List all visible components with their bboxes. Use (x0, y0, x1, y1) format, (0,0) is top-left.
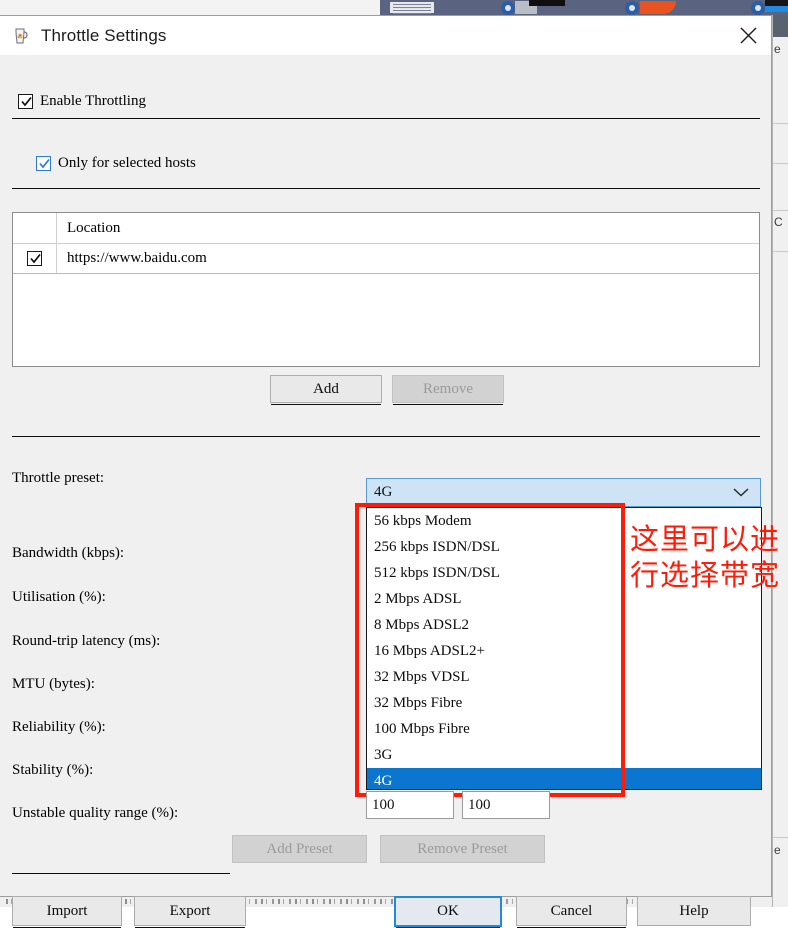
unstable-range-label: Unstable quality range (%): (12, 805, 179, 821)
annotation-text: 这里可以进行选择带宽 (630, 522, 781, 592)
host-list-header: Location (13, 213, 759, 244)
only-selected-hosts-row[interactable]: Only for selected hosts (36, 155, 196, 172)
host-row-checkbox[interactable] (27, 251, 42, 266)
separator-4 (12, 873, 230, 874)
remove-host-button-label: Remove (423, 380, 473, 397)
help-button[interactable]: Help (637, 896, 751, 926)
background-window-titlebar (773, 15, 788, 37)
mtu-label: MTU (bytes): (12, 676, 95, 692)
preset-option-5[interactable]: 16 Mbps ADSL2+ (367, 638, 761, 664)
enable-throttling-row[interactable]: Enable Throttling (18, 93, 146, 110)
host-row-checkbox-cell[interactable] (13, 244, 57, 273)
enable-throttling-label: Enable Throttling (40, 93, 146, 109)
background-window-menu-icon (390, 2, 434, 14)
background-window-glyph-top: e (774, 42, 781, 56)
only-selected-hosts-checkbox[interactable] (36, 156, 51, 171)
enable-throttling-checkbox[interactable] (18, 94, 33, 109)
add-preset-button[interactable]: Add Preset (232, 835, 367, 863)
latency-label: Round-trip latency (ms): (12, 633, 161, 649)
close-icon[interactable] (725, 16, 771, 55)
jug-icon (10, 25, 32, 47)
unstable-range-min-input[interactable]: 100 (366, 791, 454, 819)
reliability-label: Reliability (%): (12, 719, 106, 735)
table-row[interactable]: https://www.baidu.com (13, 244, 759, 274)
throttle-preset-selected-value: 4G (374, 484, 393, 500)
host-row-location: https://www.baidu.com (67, 250, 207, 266)
add-host-button[interactable]: Add (270, 375, 382, 405)
preset-option-7[interactable]: 32 Mbps Fibre (367, 690, 761, 716)
cancel-button-label: Cancel (550, 902, 593, 919)
dialog-body: Enable Throttling Only for selected host… (0, 55, 779, 928)
unstable-range-max-input[interactable]: 100 (462, 791, 550, 819)
add-host-button-label: Add (313, 380, 339, 397)
page-title: Throttle Settings (41, 25, 167, 45)
separator-1 (12, 118, 760, 119)
only-selected-hosts-label: Only for selected hosts (58, 155, 196, 171)
throttle-preset-label: Throttle preset: (12, 470, 105, 486)
dialog-titlebar: Throttle Settings (0, 16, 771, 55)
preset-option-10[interactable]: 4G (367, 768, 761, 789)
throttle-preset-select[interactable]: 4G (366, 478, 761, 507)
import-button[interactable]: Import (12, 896, 122, 928)
preset-option-4[interactable]: 8 Mbps ADSL2 (367, 612, 761, 638)
background-window-glyph-bottom: e (774, 843, 781, 857)
host-list-table[interactable]: Location https://www.baidu.com (12, 212, 760, 367)
preset-option-8[interactable]: 100 Mbps Fibre (367, 716, 761, 742)
ok-button[interactable]: OK (394, 896, 502, 928)
throttle-settings-dialog: Throttle Settings Enable Throttling Only… (0, 15, 779, 928)
export-button-label: Export (169, 902, 211, 919)
separator-3 (12, 436, 760, 437)
export-button[interactable]: Export (134, 896, 246, 928)
background-window-sliver[interactable]: e C e (772, 15, 788, 907)
chevron-down-icon[interactable] (732, 486, 750, 503)
ok-button-label: OK (437, 903, 459, 919)
background-taskbar-strip (380, 0, 788, 15)
help-button-label: Help (679, 902, 709, 919)
remove-preset-button-label: Remove Preset (417, 840, 508, 857)
separator-2 (12, 188, 760, 189)
remove-preset-button[interactable]: Remove Preset (380, 835, 545, 863)
background-chip-2 (529, 0, 565, 6)
background-chip-5 (765, 6, 788, 12)
utilisation-label: Utilisation (%): (12, 589, 106, 605)
column-header-location: Location (67, 219, 121, 236)
background-window-glyph-mid: C (774, 215, 783, 229)
remove-host-button[interactable]: Remove (392, 375, 504, 405)
bandwidth-label: Bandwidth (kbps): (12, 545, 125, 561)
preset-option-6[interactable]: 32 Mbps VDSL (367, 664, 761, 690)
preset-option-9[interactable]: 3G (367, 742, 761, 768)
add-preset-button-label: Add Preset (266, 840, 333, 857)
cancel-button[interactable]: Cancel (516, 896, 627, 928)
import-button-label: Import (46, 902, 88, 919)
host-list-header-gutter (13, 213, 57, 243)
stability-label: Stability (%): (12, 762, 94, 778)
